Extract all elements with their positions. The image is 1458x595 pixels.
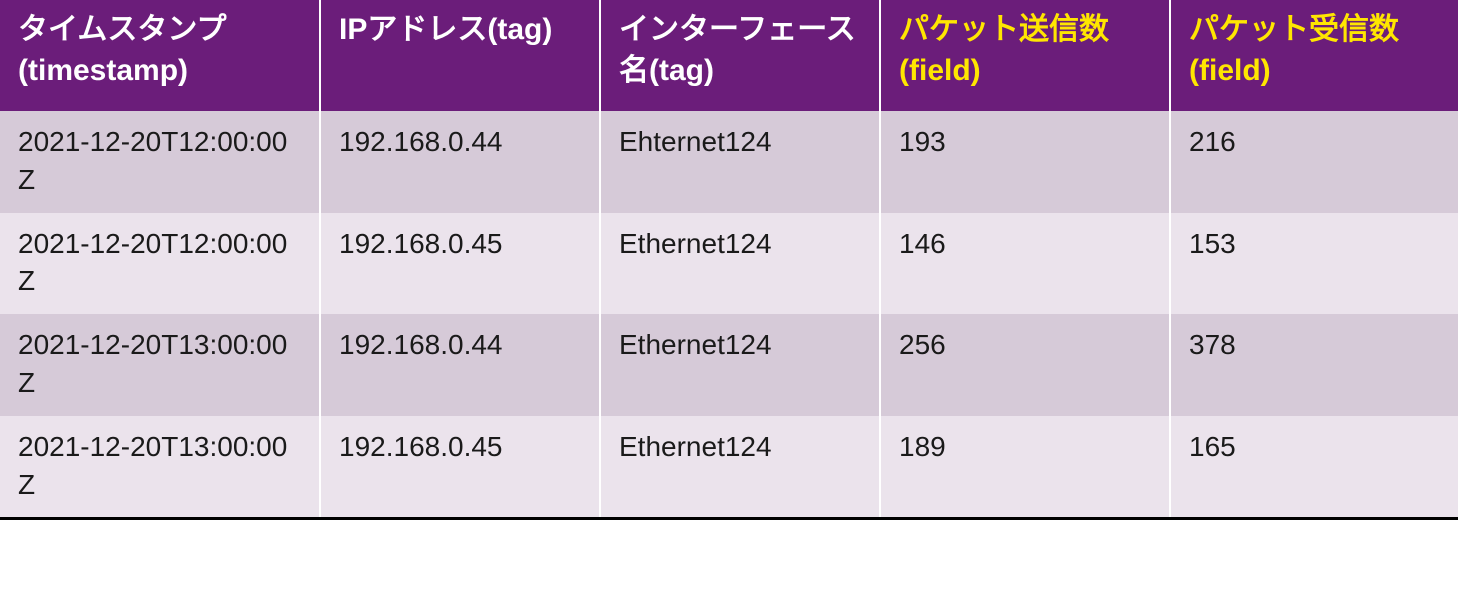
cell-timestamp: 2021-12-20T13:00:00Z <box>0 416 320 519</box>
cell-sent: 146 <box>880 213 1170 315</box>
table-row: 2021-12-20T12:00:00Z 192.168.0.44 Ehtern… <box>0 111 1458 213</box>
table-body: 2021-12-20T12:00:00Z 192.168.0.44 Ehtern… <box>0 111 1458 519</box>
table-row: 2021-12-20T13:00:00Z 192.168.0.45 Ethern… <box>0 416 1458 519</box>
cell-sent: 193 <box>880 111 1170 213</box>
cell-ip: 192.168.0.44 <box>320 111 600 213</box>
cell-interface: Ethernet124 <box>600 314 880 416</box>
cell-recv: 153 <box>1170 213 1458 315</box>
cell-interface: Ethernet124 <box>600 416 880 519</box>
col-header-interface: インターフェース名(tag) <box>600 0 880 111</box>
cell-sent: 189 <box>880 416 1170 519</box>
table-row: 2021-12-20T12:00:00Z 192.168.0.45 Ethern… <box>0 213 1458 315</box>
table-row: 2021-12-20T13:00:00Z 192.168.0.44 Ethern… <box>0 314 1458 416</box>
table-header: タイムスタンプ(timestamp) IPアドレス(tag) インターフェース名… <box>0 0 1458 111</box>
cell-timestamp: 2021-12-20T12:00:00Z <box>0 111 320 213</box>
data-table: タイムスタンプ(timestamp) IPアドレス(tag) インターフェース名… <box>0 0 1458 520</box>
cell-recv: 378 <box>1170 314 1458 416</box>
cell-ip: 192.168.0.44 <box>320 314 600 416</box>
cell-ip: 192.168.0.45 <box>320 213 600 315</box>
cell-sent: 256 <box>880 314 1170 416</box>
cell-interface: Ethernet124 <box>600 213 880 315</box>
cell-recv: 165 <box>1170 416 1458 519</box>
cell-recv: 216 <box>1170 111 1458 213</box>
col-header-ip: IPアドレス(tag) <box>320 0 600 111</box>
col-header-sent: パケット送信数(field) <box>880 0 1170 111</box>
cell-timestamp: 2021-12-20T12:00:00Z <box>0 213 320 315</box>
col-header-recv: パケット受信数(field) <box>1170 0 1458 111</box>
cell-ip: 192.168.0.45 <box>320 416 600 519</box>
cell-timestamp: 2021-12-20T13:00:00Z <box>0 314 320 416</box>
col-header-timestamp: タイムスタンプ(timestamp) <box>0 0 320 111</box>
cell-interface: Ehternet124 <box>600 111 880 213</box>
